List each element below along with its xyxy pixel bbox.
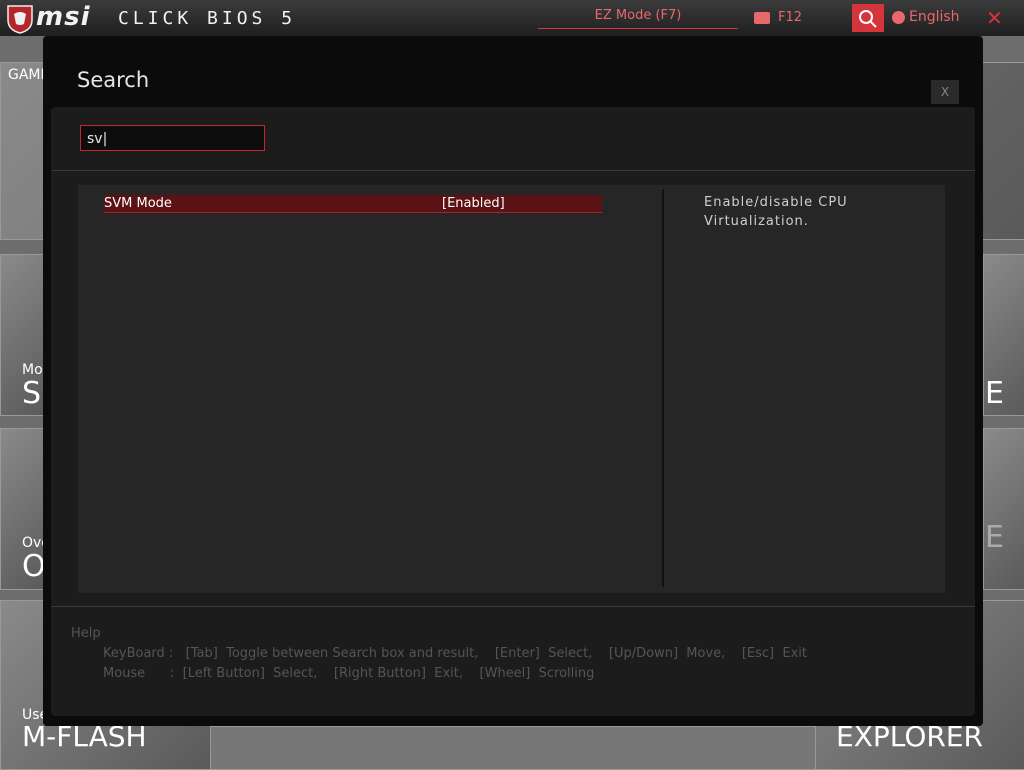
dialog-close-button[interactable]: X (931, 80, 959, 104)
result-label: SVM Mode (104, 196, 172, 211)
language-label: English (909, 9, 960, 25)
search-icon (859, 10, 877, 28)
brand-logo: msi (36, 2, 91, 32)
msi-shield-icon (7, 5, 33, 34)
result-row[interactable]: SVM Mode [Enabled] (104, 195, 602, 213)
globe-icon (892, 10, 905, 24)
screenshot-button[interactable]: F12 (754, 10, 802, 25)
divider (51, 606, 975, 607)
camera-icon (754, 11, 770, 24)
help-mouse: Mouse : [Left Button] Select, [Right But… (103, 666, 595, 681)
bg-big-e1: E (985, 376, 1004, 411)
bg-big-e2: E (985, 520, 1004, 555)
help-keyboard: KeyBoard : [Tab] Toggle between Search b… (103, 646, 807, 661)
help-heading: Help (71, 626, 101, 641)
item-help-text: Enable/disable CPU Virtualization. (704, 195, 848, 229)
search-button[interactable] (852, 4, 884, 32)
search-input[interactable]: sv| (80, 125, 265, 151)
exit-icon[interactable]: ✕ (986, 6, 1003, 30)
panel-separator (662, 189, 664, 587)
ez-mode-button[interactable]: EZ Mode (F7) (538, 6, 738, 29)
dialog-body: sv| SVM Mode [Enabled] Enable/disable CP… (51, 107, 975, 716)
bg-panel-bottom-mid (210, 726, 816, 770)
dialog-title: Search (77, 68, 150, 92)
product-name: CLICK BIOS 5 (118, 8, 297, 29)
language-button[interactable]: English (892, 9, 960, 25)
bg-panel-right-2 (983, 428, 1024, 590)
screenshot-label: F12 (778, 10, 803, 25)
top-bar: msi CLICK BIOS 5 EZ Mode (F7) F12 Englis… (0, 0, 1024, 36)
bg-label-gami: GAMI (8, 67, 45, 83)
results-panel: SVM Mode [Enabled] Enable/disable CPU Vi… (78, 185, 945, 593)
result-value: [Enabled] (442, 196, 505, 211)
divider (51, 170, 975, 171)
search-dialog: Search X sv| SVM Mode [Enabled] Enable/d… (43, 36, 983, 726)
